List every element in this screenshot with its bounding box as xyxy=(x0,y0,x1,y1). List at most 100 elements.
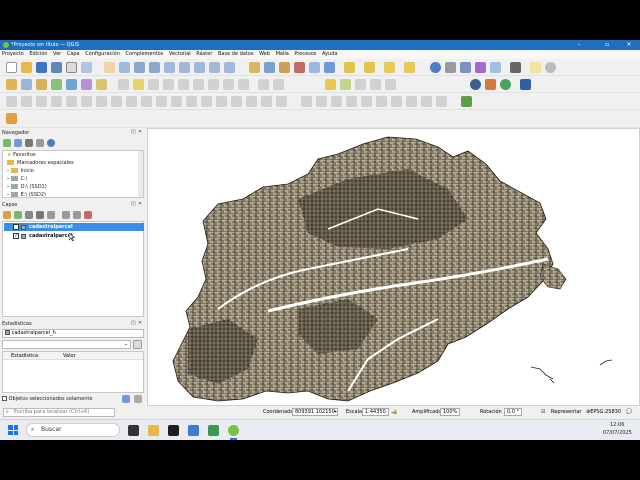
menu-ayuda[interactable]: Ayuda xyxy=(320,50,339,59)
statistics-field-select[interactable]: ⌄ xyxy=(2,340,131,349)
identify-select-icon[interactable] xyxy=(344,62,355,73)
statistics-layer-select[interactable]: cadastralparcel_h xyxy=(2,329,144,338)
vertex-tool-icon[interactable] xyxy=(178,79,189,90)
plugin-box-icon[interactable] xyxy=(520,79,531,90)
identify-icon[interactable] xyxy=(430,62,441,73)
locator-search-input[interactable]: ⌕ Escriba para localizar (Ctrl+K) xyxy=(3,408,115,417)
menu-capa[interactable]: Capa xyxy=(65,50,82,59)
statistics-refresh-icon[interactable] xyxy=(122,395,130,403)
digitize-tool-7-icon[interactable] xyxy=(96,96,107,107)
scale-select[interactable]: 1:44350 ⌄ xyxy=(362,406,395,419)
advanced-tool-4-icon[interactable] xyxy=(346,96,357,107)
map-canvas[interactable] xyxy=(147,128,640,406)
digitize-tool-5-icon[interactable] xyxy=(66,96,77,107)
zoom-out-icon[interactable] xyxy=(149,62,160,73)
statistics-sigma-icon[interactable] xyxy=(475,62,486,73)
collapse-all-layers-icon[interactable] xyxy=(73,211,81,219)
save-edits-icon[interactable] xyxy=(148,79,159,90)
redo-icon[interactable] xyxy=(273,79,284,90)
zoom-native-icon[interactable] xyxy=(209,62,220,73)
advanced-tool-7-icon[interactable] xyxy=(391,96,402,107)
tree-item-d-drive[interactable]: › D:\ (SSD1) xyxy=(7,184,47,190)
magnifier-input[interactable]: 100% xyxy=(440,406,461,419)
menu-raster[interactable]: Ráster xyxy=(194,50,214,59)
terminal-icon[interactable] xyxy=(168,425,179,436)
label-toolbar-icon[interactable] xyxy=(325,79,336,90)
field-calculator-icon[interactable] xyxy=(460,62,471,73)
advanced-tool-8-icon[interactable] xyxy=(406,96,417,107)
label-rotate-icon[interactable] xyxy=(385,79,396,90)
taskbar-search-input[interactable]: ⌕ Buscar xyxy=(26,423,120,437)
new-project-icon[interactable] xyxy=(6,62,17,73)
info-icon[interactable] xyxy=(47,139,55,147)
pan-hand-icon[interactable] xyxy=(104,62,115,73)
digitize-tool-19-icon[interactable] xyxy=(276,96,287,107)
clock-time[interactable]: 12:06 xyxy=(610,422,624,428)
advanced-tool-6-icon[interactable] xyxy=(376,96,387,107)
statistics-copy-icon[interactable] xyxy=(134,395,142,403)
advanced-tool-3-icon[interactable] xyxy=(331,96,342,107)
open-table-icon[interactable] xyxy=(490,62,501,73)
edit-pencil-icon[interactable] xyxy=(118,79,129,90)
digitize-tool-11-icon[interactable] xyxy=(156,96,167,107)
layer-checkbox[interactable]: ✓ xyxy=(13,224,19,230)
col-estadistica[interactable]: Estadística xyxy=(11,352,38,360)
menu-proyecto[interactable]: Proyecto xyxy=(0,50,26,59)
add-group-icon[interactable] xyxy=(14,211,22,219)
select-features-icon[interactable] xyxy=(364,62,375,73)
rotation-input[interactable]: 0,0 ° xyxy=(504,406,523,419)
delete-selected-icon[interactable] xyxy=(193,79,204,90)
layer-styling-icon[interactable] xyxy=(6,113,17,124)
crs-button[interactable]: ⊕EPSG:25830 xyxy=(586,406,621,419)
save-project-icon[interactable] xyxy=(36,62,47,73)
zoom-layer-icon[interactable] xyxy=(194,62,205,73)
plugin-tool-icon[interactable] xyxy=(461,96,472,107)
digitize-tool-2-icon[interactable] xyxy=(21,96,32,107)
menu-web[interactable]: Web xyxy=(257,50,272,59)
show-bookmarks-icon[interactable] xyxy=(294,62,305,73)
digitize-tool-14-icon[interactable] xyxy=(201,96,212,107)
coordinate-toggle-icon[interactable]: ⌖ xyxy=(334,406,337,419)
refresh-icon[interactable] xyxy=(324,62,335,73)
tree-item-inicio[interactable]: › Inicio xyxy=(7,168,34,174)
layers-float-button[interactable]: ◰ xyxy=(131,201,136,207)
expression-button[interactable] xyxy=(133,340,142,349)
zoom-in-icon[interactable] xyxy=(134,62,145,73)
measure-icon[interactable] xyxy=(510,62,521,73)
digitize-tool-8-icon[interactable] xyxy=(111,96,122,107)
messages-icon[interactable]: 💬 xyxy=(626,406,632,419)
add-raster-icon[interactable] xyxy=(66,79,77,90)
layout-manager-icon[interactable] xyxy=(81,62,92,73)
navigator-close-button[interactable]: ✕ xyxy=(138,129,142,135)
deselect-icon[interactable] xyxy=(384,62,395,73)
digitize-tool-18-icon[interactable] xyxy=(261,96,272,107)
editor-app-icon[interactable] xyxy=(208,425,219,436)
add-delimited-icon[interactable] xyxy=(96,79,107,90)
clock-date[interactable]: 07/07/2025 xyxy=(603,430,632,436)
selected-only-option[interactable]: Objetos seleccionados solamente xyxy=(2,396,92,402)
undo-icon[interactable] xyxy=(258,79,269,90)
digitize-tool-3-icon[interactable] xyxy=(36,96,47,107)
label-show-hide-icon[interactable] xyxy=(355,79,366,90)
label-pin-icon[interactable] xyxy=(340,79,351,90)
close-button[interactable]: ✕ xyxy=(620,40,638,50)
data-source-manager-icon[interactable] xyxy=(6,79,17,90)
collapse-all-icon[interactable] xyxy=(36,139,44,147)
digitize-tool-6-icon[interactable] xyxy=(81,96,92,107)
tree-item-marcadores[interactable]: Marcadores espaciales xyxy=(7,160,74,166)
advanced-tool-2-icon[interactable] xyxy=(316,96,327,107)
add-feature-icon[interactable] xyxy=(163,79,174,90)
file-explorer-icon[interactable] xyxy=(148,425,159,436)
layer-style-icon[interactable] xyxy=(3,211,11,219)
copy-features-icon[interactable] xyxy=(223,79,234,90)
add-mesh-icon[interactable] xyxy=(81,79,92,90)
expand-all-icon[interactable] xyxy=(62,211,70,219)
menu-vectorial[interactable]: Vectorial xyxy=(167,50,193,59)
pan-to-selection-icon[interactable] xyxy=(119,62,130,73)
digitize-tool-10-icon[interactable] xyxy=(141,96,152,107)
plugin-globe-icon[interactable] xyxy=(500,79,511,90)
selected-only-checkbox[interactable] xyxy=(2,396,7,401)
advanced-tool-10-icon[interactable] xyxy=(436,96,447,107)
cut-features-icon[interactable] xyxy=(208,79,219,90)
lock-scale-icon[interactable]: 🔒 xyxy=(392,406,398,419)
